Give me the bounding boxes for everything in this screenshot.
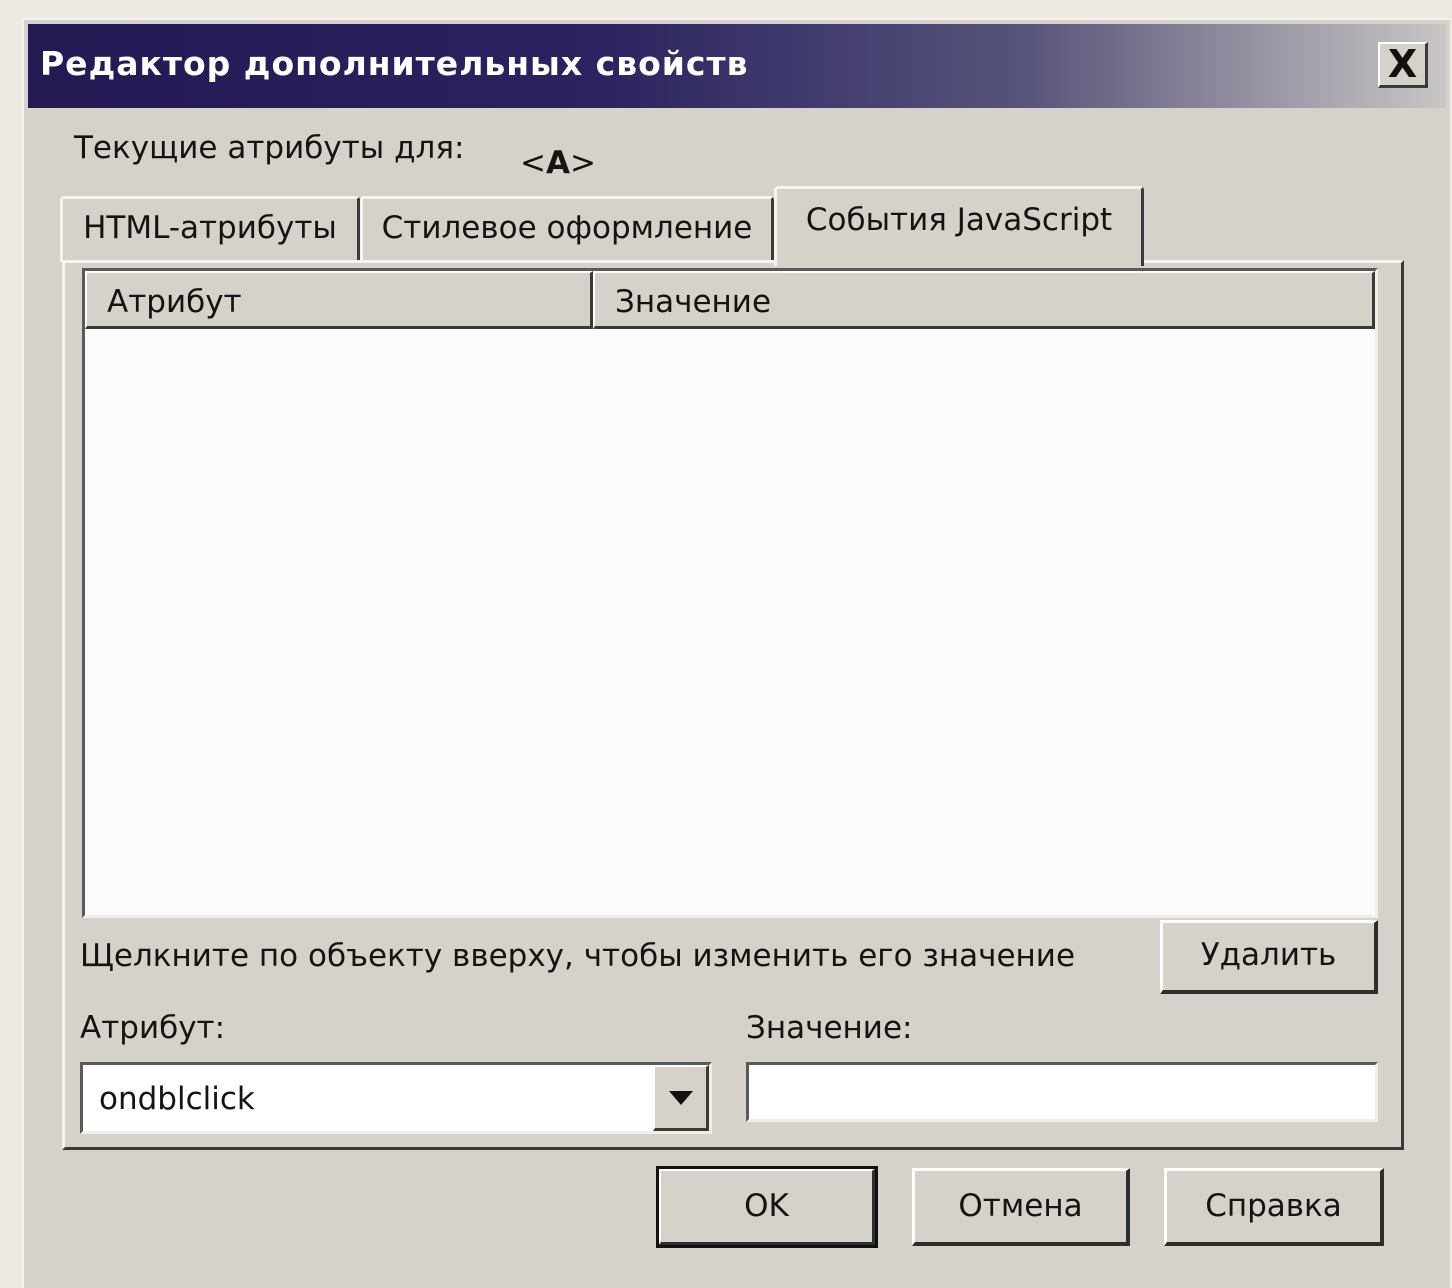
tab-panel [62,260,1404,1150]
help-button[interactable]: Справка [1164,1168,1384,1246]
cancel-button[interactable]: Отмена [912,1168,1130,1246]
tab-label: HTML-атрибуты [83,210,337,246]
tab-style[interactable]: Стилевое оформление [360,196,774,262]
window-title: Редактор дополнительных свойств [40,44,749,83]
current-tag: <A> [520,145,596,181]
tag-open: < [520,145,546,181]
close-icon: X [1387,42,1418,86]
tab-label: События JavaScript [805,202,1113,238]
ok-button-label: OK [744,1188,789,1224]
help-button-label: Справка [1205,1188,1342,1224]
cancel-button-label: Отмена [958,1188,1083,1224]
tab-label: Стилевое оформление [381,210,753,246]
tag-close: > [569,145,596,181]
close-button[interactable]: X [1378,42,1428,88]
advanced-properties-dialog: Редактор дополнительных свойств X Текущи… [22,18,1450,1288]
ok-button[interactable]: OK [656,1166,878,1248]
title-bar[interactable]: Редактор дополнительных свойств X [28,24,1446,108]
tag-name: A [545,145,570,181]
tab-javascript-events[interactable]: События JavaScript [774,186,1144,266]
current-attributes-label: Текущие атрибуты для: [74,130,465,166]
tab-html-attributes[interactable]: HTML-атрибуты [60,196,360,262]
